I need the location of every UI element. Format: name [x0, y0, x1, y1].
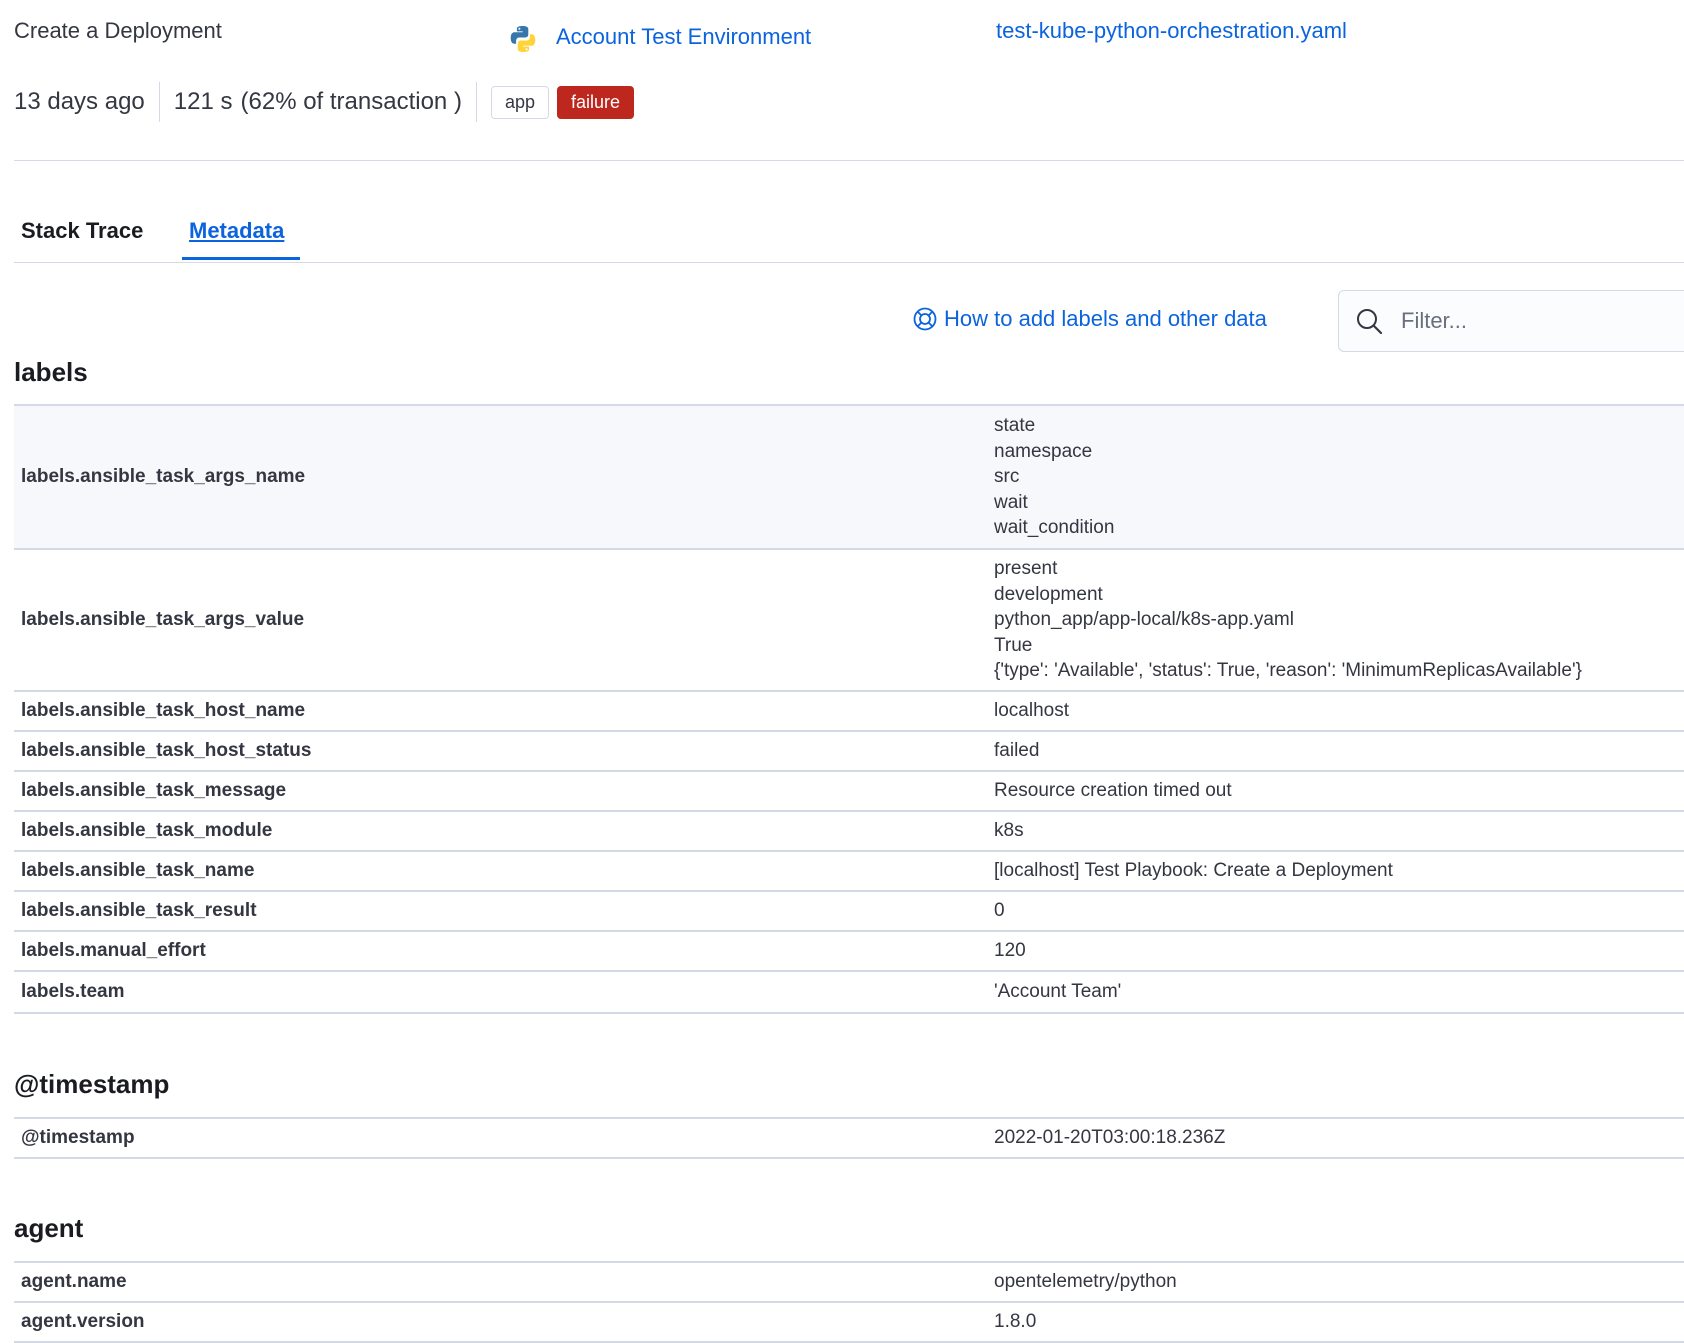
field-name: labels.ansible_task_host_name: [21, 700, 306, 721]
help-link-label: How to add labels and other data: [944, 306, 1267, 331]
field-value: 120: [994, 938, 1026, 964]
file-link[interactable]: test-kube-python-orchestration.yaml: [996, 18, 1347, 44]
field-value-line: python_app/app-local/k8s-app.yaml: [994, 609, 1294, 631]
table-row: labels.ansible_task_host_status failed: [14, 732, 1684, 772]
field-value-line: Resource creation timed out: [994, 780, 1232, 802]
field-value-line: development: [994, 583, 1103, 605]
field-value: 2022-01-20T03:00:18.236Z: [994, 1125, 1225, 1151]
field-value: opentelemetry/python: [994, 1269, 1177, 1295]
field-name: agent.name: [21, 1271, 127, 1292]
agent-table: agent.name opentelemetry/python agent.vers…: [14, 1261, 1684, 1343]
table-row: labels.ansible_task_message Resource crea…: [14, 772, 1684, 812]
field-value-line: present: [994, 558, 1058, 580]
python-icon: [508, 24, 538, 54]
transaction-name: Create a Deployment: [14, 18, 222, 43]
tab-stack-trace[interactable]: Stack Trace: [21, 218, 143, 244]
field-value-line: wait_condition: [994, 517, 1115, 539]
help-link[interactable]: How to add labels and other data: [912, 306, 1267, 332]
field-name: labels.ansible_task_args_value: [21, 609, 305, 630]
field-name: labels.ansible_task_name: [21, 860, 255, 881]
field-name: labels.ansible_task_host_status: [21, 740, 312, 761]
field-name: labels.ansible_task_args_name: [21, 466, 306, 487]
table-row: agent.name opentelemetry/python: [14, 1263, 1684, 1303]
field-value: present development python_app/app-local/k…: [994, 556, 1582, 684]
field-value-line: failed: [994, 740, 1040, 762]
lifebuoy-icon: [912, 306, 938, 332]
table-row: labels.ansible_task_module k8s: [14, 812, 1684, 852]
field-name: labels.ansible_task_result: [21, 900, 257, 921]
table-row: labels.ansible_task_name [localhost] Test…: [14, 852, 1684, 892]
search-icon: [1355, 307, 1383, 335]
field-value-line: state: [994, 415, 1036, 437]
field-value-line: 'Account Team': [994, 981, 1122, 1003]
filter-field[interactable]: [1338, 290, 1684, 352]
field-value-line: 0: [994, 900, 1005, 922]
field-value-line: localhost: [994, 700, 1069, 722]
table-row: agent.version 1.8.0: [14, 1303, 1684, 1343]
timestamp-table: @timestamp 2022-01-20T03:00:18.236Z: [14, 1117, 1684, 1159]
table-row: labels.ansible_task_args_name state namesp…: [14, 406, 1684, 550]
outcome-badge: failure: [556, 85, 635, 119]
field-value-line: 2022-01-20T03:00:18.236Z: [994, 1127, 1226, 1149]
field-value: k8s: [994, 818, 1024, 844]
field-name: agent.version: [21, 1311, 145, 1332]
timestamp-age: 13 days ago: [14, 88, 145, 115]
field-value: failed: [994, 738, 1039, 764]
field-value-line: {'type': 'Available', 'status': True, 'r…: [994, 660, 1582, 682]
field-name: labels.team: [21, 981, 125, 1002]
field-value: [localhost] Test Playbook: Create a Depl…: [994, 858, 1393, 884]
service-link[interactable]: Account Test Environment: [556, 24, 811, 50]
field-value-line: k8s: [994, 820, 1024, 842]
table-row: labels.team 'Account Team': [14, 972, 1684, 1014]
field-value-line: True: [994, 634, 1033, 656]
divider: [475, 82, 477, 122]
table-row: labels.ansible_task_result 0: [14, 892, 1684, 932]
section-title-labels: labels: [14, 357, 88, 387]
table-row: @timestamp 2022-01-20T03:00:18.236Z: [14, 1119, 1684, 1159]
field-value: state namespace src wait wait_condition: [994, 413, 1114, 541]
transaction-summary: 13 days ago 121 s (62% of transaction ) …: [14, 80, 642, 124]
field-value-line: 1.8.0: [994, 1311, 1037, 1333]
field-value-line: 120: [994, 940, 1026, 962]
type-badge: app: [490, 85, 549, 119]
field-value-line: [localhost] Test Playbook: Create a Depl…: [994, 860, 1393, 882]
table-row: labels.ansible_task_args_value present dev…: [14, 550, 1684, 692]
field-value: localhost: [994, 698, 1069, 724]
table-row: labels.manual_effort 120: [14, 932, 1684, 972]
field-value-line: namespace: [994, 440, 1093, 462]
field-name: labels.manual_effort: [21, 940, 206, 961]
field-value-line: wait: [994, 491, 1028, 513]
field-value: 0: [994, 898, 1005, 924]
active-tab-indicator: [182, 257, 300, 260]
field-name: @timestamp: [21, 1127, 135, 1148]
labels-table: labels.ansible_task_args_name state namesp…: [14, 404, 1684, 1014]
field-value-line: opentelemetry/python: [994, 1271, 1177, 1293]
field-value: 'Account Team': [994, 979, 1121, 1005]
field-value-line: src: [994, 466, 1020, 488]
field-value: Resource creation timed out: [994, 778, 1232, 804]
tab-metadata[interactable]: Metadata: [189, 218, 284, 244]
divider: [14, 160, 1684, 161]
field-name: labels.ansible_task_message: [21, 780, 287, 801]
duration: 121 s: [173, 88, 233, 115]
duration-percentage: (62% of transaction ): [240, 88, 462, 115]
table-row: labels.ansible_task_host_name localhost: [14, 692, 1684, 732]
divider: [158, 82, 160, 122]
filter-input[interactable]: [1401, 308, 1681, 334]
tabs-divider: [14, 262, 1684, 263]
section-title-agent: agent: [14, 1213, 84, 1243]
field-value: 1.8.0: [994, 1309, 1036, 1335]
section-title-timestamp: @timestamp: [14, 1069, 170, 1099]
field-name: labels.ansible_task_module: [21, 820, 273, 841]
